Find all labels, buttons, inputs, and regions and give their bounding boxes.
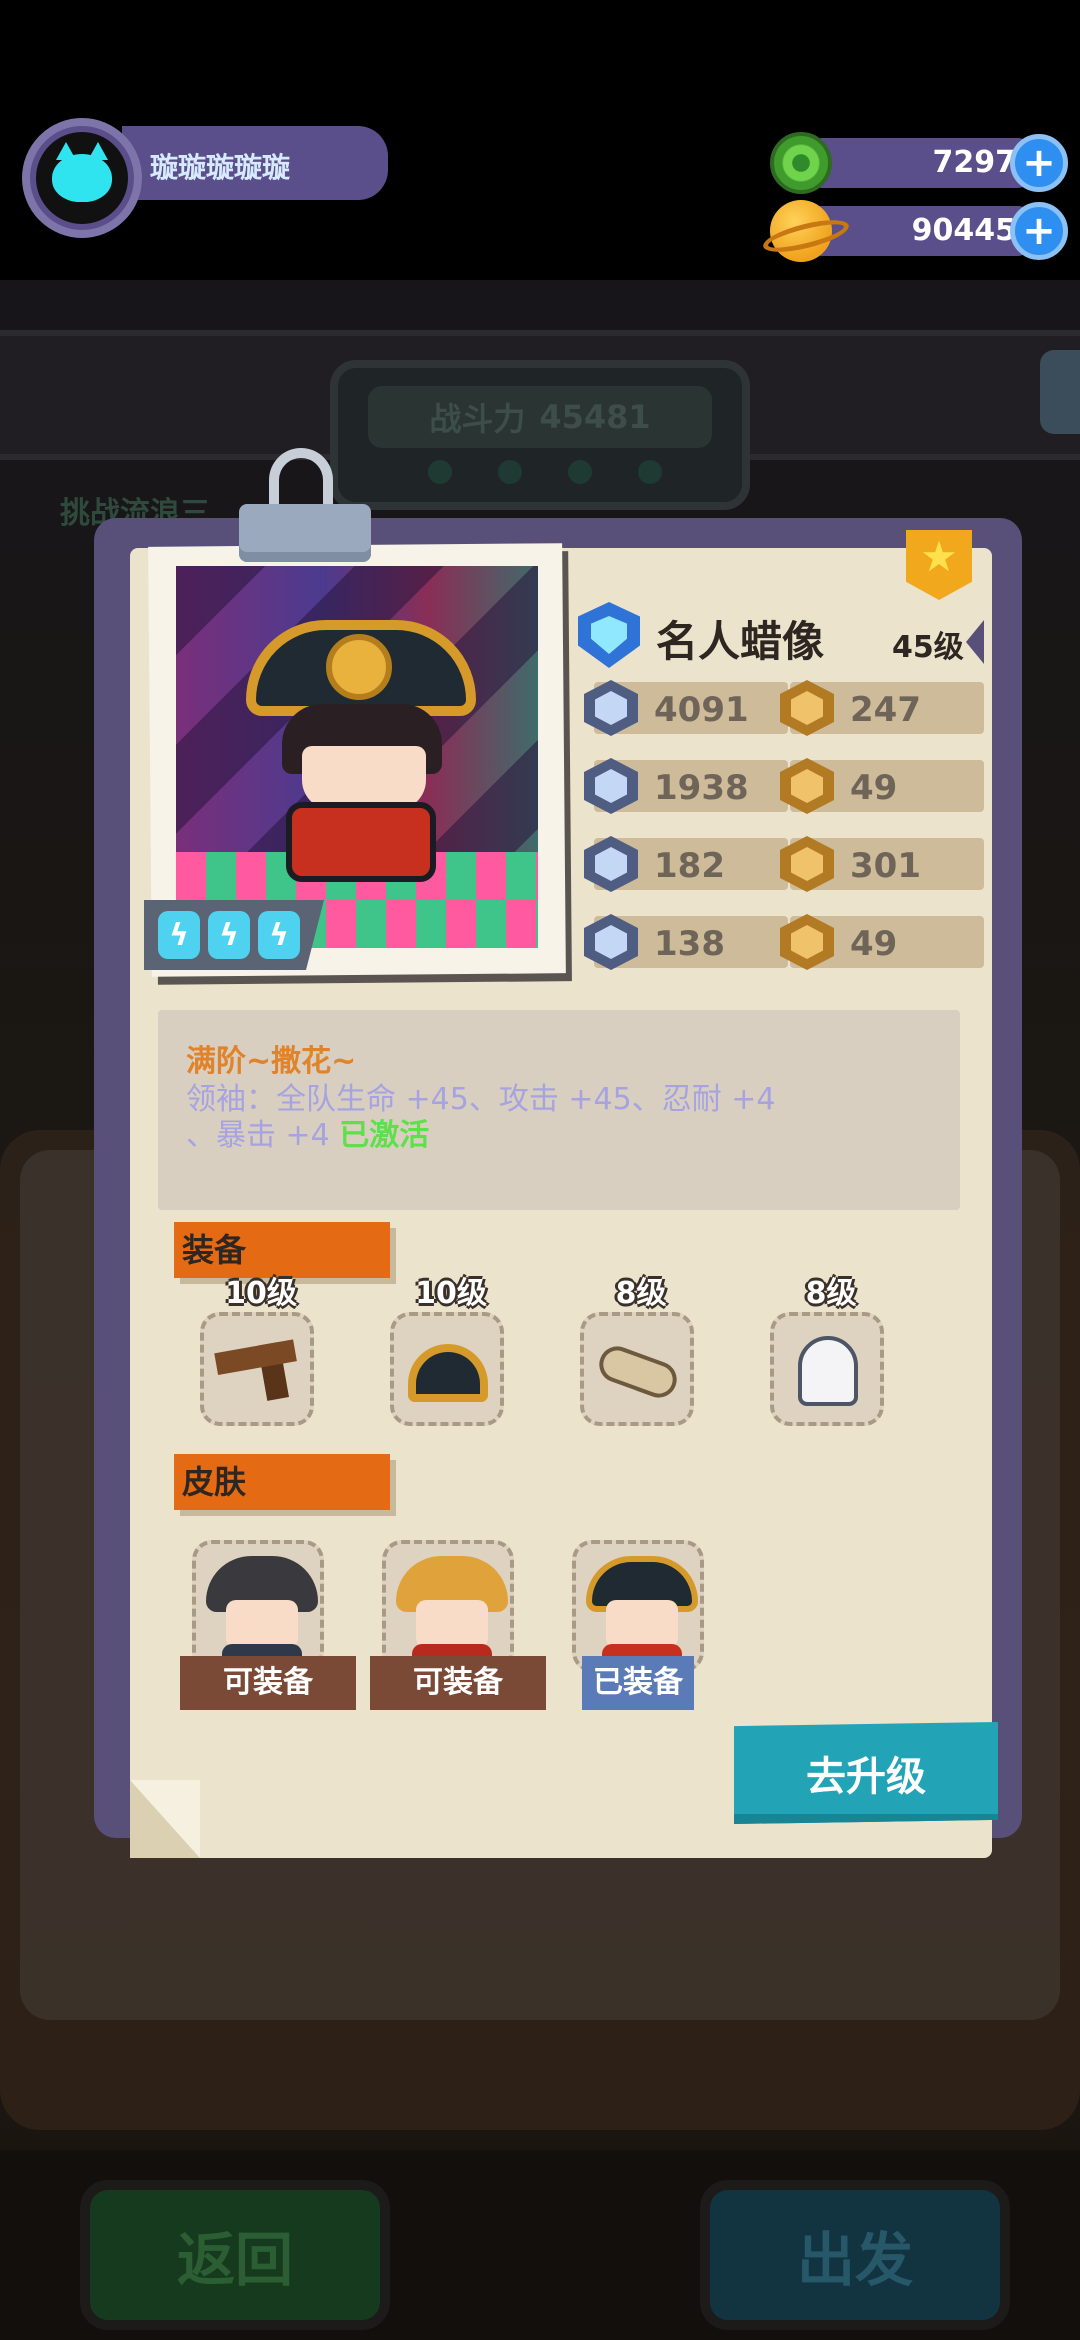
add-coins-button[interactable]: + [1010, 202, 1068, 260]
back-button[interactable]: 返回 [80, 2180, 390, 2330]
equipment-level: 10级 [415, 1276, 487, 1311]
lightning-icon: ϟ [158, 911, 200, 959]
side-tab[interactable] [1040, 350, 1080, 434]
stat-attack: 1938 [584, 758, 788, 814]
lightning-icon: ϟ [258, 911, 300, 959]
bones-icon [594, 1341, 682, 1403]
character-name: 名人蜡像 [656, 617, 825, 666]
rank-shield-icon [578, 602, 640, 668]
skin-status-1[interactable]: 可装备 [180, 1656, 356, 1710]
upgrade-button[interactable]: 去升级 [734, 1722, 998, 1824]
equipment-slot-pistol[interactable]: 10级 [200, 1276, 314, 1426]
lightning-icon: ϟ [208, 911, 250, 959]
equipment-slot-bones[interactable]: 8级 [580, 1276, 694, 1426]
equipment-slot-hat[interactable]: 10级 [390, 1276, 504, 1426]
bicorne-hat-icon [408, 1344, 488, 1402]
stat-cup: 247 [780, 680, 984, 736]
skin-status-2[interactable]: 可装备 [370, 1656, 546, 1710]
gem-counter: 7297 + [770, 132, 1070, 194]
character-figure [246, 606, 476, 896]
stat-value: 49 [850, 768, 898, 808]
character-portrait [176, 566, 538, 948]
skins-section-label: 皮肤 [174, 1454, 390, 1510]
skin-option-1[interactable] [192, 1540, 324, 1672]
bonus-line-2: 、暴击 +4 已激活 [186, 1110, 429, 1154]
skin-status-3: 已装备 [582, 1656, 694, 1710]
skin-option-3[interactable] [572, 1540, 704, 1672]
skin-option-2[interactable] [382, 1540, 514, 1672]
equipment-level: 10级 [225, 1276, 297, 1311]
stat-brain: 49 [780, 914, 984, 970]
binder-clip-icon [235, 448, 375, 568]
power-plate: 战斗力 45481 [330, 360, 750, 510]
ghost-penguin-icon [798, 1336, 858, 1406]
power-value: 45481 [539, 398, 651, 436]
stat-value: 247 [850, 690, 921, 730]
stat-defense: 182 [584, 836, 788, 892]
equipment-level: 8级 [615, 1276, 667, 1311]
character-level: 45级 [892, 630, 964, 665]
activated-label: 已激活 [339, 1118, 430, 1153]
cat-icon [52, 142, 112, 202]
avatar[interactable] [22, 118, 142, 238]
equipment-level: 8级 [805, 1276, 857, 1311]
player-name: 璇璇璇璇璇 [150, 151, 291, 184]
power-dots [428, 460, 662, 484]
stat-smile: 49 [780, 758, 984, 814]
stat-value: 4091 [654, 690, 749, 730]
stat-value: 182 [654, 846, 725, 886]
gem-value: 7297 [932, 145, 1017, 180]
planet-coin-icon [770, 200, 832, 262]
add-gems-button[interactable]: + [1010, 134, 1068, 192]
stat-value: 49 [850, 924, 898, 964]
energy-tag: ϟ ϟ ϟ [144, 900, 324, 970]
stat-hp: 4091 [584, 680, 788, 736]
stat-anchor: 138 [584, 914, 788, 970]
avatar-image [36, 132, 128, 224]
gem-icon [770, 132, 832, 194]
stat-value: 1938 [654, 768, 749, 808]
bonus-line-2-text: 、暴击 +4 [186, 1118, 340, 1153]
character-title: 名人蜡像 45级 [578, 600, 968, 670]
stat-strength: 301 [780, 836, 984, 892]
coin-counter: 90445 + [770, 200, 1070, 262]
equipment-slot-ghost[interactable]: 8级 [770, 1276, 884, 1426]
stat-value: 138 [654, 924, 725, 964]
go-button[interactable]: 出发 [700, 2180, 1010, 2330]
stat-value: 301 [850, 846, 921, 886]
pistol-icon [212, 1329, 304, 1413]
power-label: 战斗力 [429, 400, 526, 438]
